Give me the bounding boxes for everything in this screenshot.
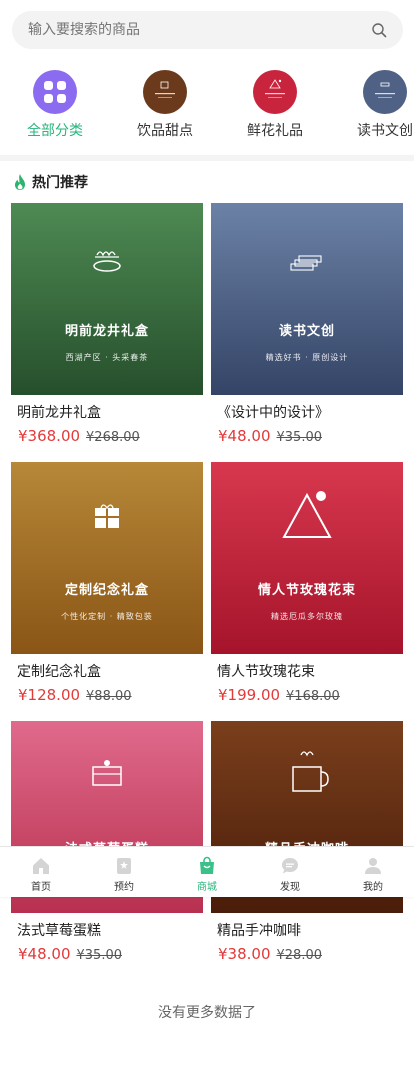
book-icon bbox=[363, 70, 407, 114]
search-bar bbox=[12, 11, 403, 49]
bottom-tab-bar: 首页 预约 商城 发现 我的 bbox=[0, 846, 414, 897]
user-icon bbox=[365, 858, 381, 874]
tab-label: 预约 bbox=[114, 882, 134, 893]
product-price: ¥199.00 bbox=[218, 686, 281, 704]
mountain-icon bbox=[282, 491, 332, 538]
tab-profile[interactable]: 我的 bbox=[332, 847, 414, 897]
section-header: 热门推荐 bbox=[12, 173, 88, 191]
chat-icon bbox=[282, 858, 298, 874]
section-title: 热门推荐 bbox=[32, 175, 88, 191]
product-old-price: ¥28.00 bbox=[276, 948, 323, 963]
section-divider bbox=[0, 155, 414, 161]
category-label: 饮品甜点 bbox=[137, 123, 193, 139]
tab-appointment[interactable]: 预约 bbox=[83, 847, 165, 897]
cup-icon bbox=[143, 70, 187, 114]
image-subtitle: 精选厄瓜多尔玫瑰 bbox=[271, 612, 343, 621]
home-icon bbox=[33, 858, 49, 874]
product-image: 明前龙井礼盒 西湖产区 · 头采春茶 bbox=[11, 203, 203, 395]
image-title: 读书文创 bbox=[278, 324, 335, 339]
product-price: ¥38.00 bbox=[218, 945, 271, 963]
product-card[interactable]: 法式草莓蛋糕 法式草莓蛋糕 ¥48.00 ¥35.00 bbox=[11, 721, 203, 963]
tab-home[interactable]: 首页 bbox=[0, 847, 82, 897]
product-old-price: ¥35.00 bbox=[276, 430, 323, 445]
books-icon bbox=[290, 255, 322, 271]
grid-icon bbox=[33, 70, 77, 114]
category-label: 全部分类 bbox=[27, 123, 83, 139]
product-old-price: ¥268.00 bbox=[86, 430, 140, 445]
product-name: 情人节玫瑰花束 bbox=[217, 664, 315, 680]
image-title: 定制纪念礼盒 bbox=[64, 583, 149, 598]
tab-mall[interactable]: 商城 bbox=[166, 847, 248, 897]
product-card[interactable]: 精品手冲咖啡 精品手冲咖啡 ¥38.00 ¥28.00 bbox=[211, 721, 403, 963]
product-name: 明前龙井礼盒 bbox=[17, 405, 101, 421]
category-item-drinks[interactable]: 饮品甜点 bbox=[115, 66, 215, 140]
product-image: 定制纪念礼盒 个性化定制 · 精致包装 bbox=[11, 462, 203, 654]
tab-label: 发现 bbox=[280, 882, 300, 893]
search-icon[interactable] bbox=[371, 22, 387, 38]
image-subtitle: 西湖产区 · 头采春茶 bbox=[65, 353, 149, 362]
image-subtitle: 精选好书 · 原创设计 bbox=[265, 353, 349, 362]
product-price: ¥48.00 bbox=[18, 945, 71, 963]
product-card[interactable]: 定制纪念礼盒 个性化定制 · 精致包装 定制纪念礼盒 ¥128.00 ¥88.0… bbox=[11, 462, 203, 704]
tab-label: 商城 bbox=[197, 882, 217, 893]
gift-icon bbox=[95, 504, 119, 528]
category-label: 读书文创 bbox=[357, 123, 413, 139]
product-old-price: ¥88.00 bbox=[86, 689, 132, 704]
product-image: 读书文创 精选好书 · 原创设计 bbox=[211, 203, 403, 395]
product-name: 精品手冲咖啡 bbox=[217, 923, 301, 939]
product-name: 定制纪念礼盒 bbox=[17, 664, 101, 680]
product-price: ¥128.00 bbox=[18, 686, 81, 704]
product-price: ¥48.00 bbox=[218, 427, 271, 445]
category-item-books[interactable]: 读书文创 bbox=[335, 66, 414, 140]
category-item-all[interactable]: 全部分类 bbox=[5, 66, 105, 140]
shopping-bag-icon bbox=[200, 856, 214, 874]
tab-label: 首页 bbox=[31, 882, 51, 893]
product-card[interactable]: 情人节玫瑰花束 精选厄瓜多尔玫瑰 情人节玫瑰花束 ¥199.00 ¥168.00 bbox=[211, 462, 403, 704]
product-old-price: ¥168.00 bbox=[286, 689, 340, 704]
image-subtitle: 个性化定制 · 精致包装 bbox=[61, 612, 153, 621]
flower-icon bbox=[253, 70, 297, 114]
no-more-data-text: 没有更多数据了 bbox=[158, 1005, 256, 1021]
category-label: 鲜花礼品 bbox=[247, 123, 303, 139]
category-strip: 全部分类 饮品甜点 鲜花礼品 读书文创 bbox=[0, 66, 414, 146]
tab-discover[interactable]: 发现 bbox=[249, 847, 331, 897]
tab-label: 我的 bbox=[363, 882, 383, 893]
product-image: 情人节玫瑰花束 精选厄瓜多尔玫瑰 bbox=[211, 462, 403, 654]
tea-icon bbox=[93, 251, 121, 272]
bookmark-icon bbox=[117, 858, 131, 874]
product-name: 法式草莓蛋糕 bbox=[17, 923, 101, 939]
image-title: 情人节玫瑰花束 bbox=[257, 583, 356, 598]
product-price: ¥368.00 bbox=[18, 427, 81, 445]
product-old-price: ¥35.00 bbox=[76, 948, 123, 963]
category-item-flowers[interactable]: 鲜花礼品 bbox=[225, 66, 325, 140]
product-card[interactable]: 明前龙井礼盒 西湖产区 · 头采春茶 明前龙井礼盒 ¥368.00 ¥268.0… bbox=[11, 203, 203, 445]
image-title: 明前龙井礼盒 bbox=[64, 324, 149, 339]
search-input[interactable] bbox=[28, 11, 348, 49]
product-card[interactable]: 读书文创 精选好书 · 原创设计 《设计中的设计》 ¥48.00 ¥35.00 bbox=[211, 203, 403, 445]
product-name: 《设计中的设计》 bbox=[217, 405, 329, 421]
flame-icon bbox=[15, 174, 25, 190]
